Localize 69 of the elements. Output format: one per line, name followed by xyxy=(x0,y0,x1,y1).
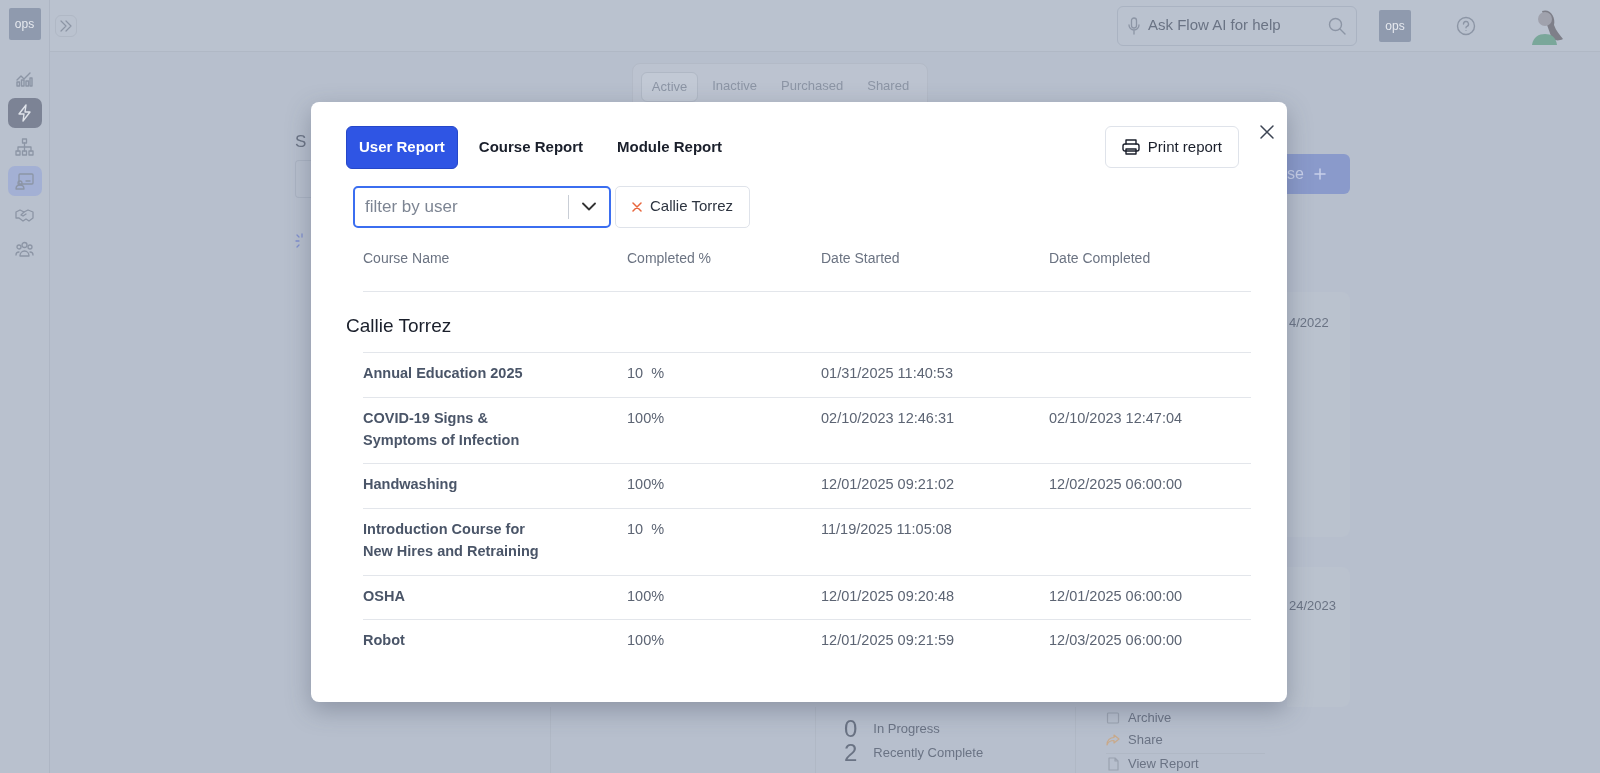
course-name: Introduction Course for New Hires and Retraining xyxy=(363,520,540,561)
course-name: OSHA xyxy=(363,586,406,606)
document-icon xyxy=(1106,757,1120,771)
microphone-icon xyxy=(1128,16,1140,35)
print-button[interactable]: Print report xyxy=(1104,126,1239,169)
report-tab[interactable]: Module Report xyxy=(604,126,736,169)
table-cell: 02/10/2023 12:46:31 xyxy=(821,409,955,426)
action-link[interactable]: Share xyxy=(1106,728,1265,751)
presentation-icon xyxy=(15,172,34,190)
share-icon xyxy=(1106,732,1120,747)
help-icon[interactable] xyxy=(1456,16,1476,37)
logo[interactable]: ops xyxy=(1379,9,1411,42)
remove-icon[interactable] xyxy=(632,201,642,212)
column-header: Course Name xyxy=(363,249,450,266)
date-text: 24/2023 xyxy=(1289,597,1336,613)
table-cell: 10 % xyxy=(627,365,665,381)
table-cell: 02/10/2023 12:47:04 xyxy=(1049,409,1183,426)
stat-count: 2 xyxy=(844,740,858,765)
filter-select[interactable]: filter by user xyxy=(353,185,611,228)
column-header: Date Started xyxy=(821,249,900,266)
search-icon xyxy=(1328,16,1346,35)
action-link[interactable]: View Report xyxy=(1106,752,1265,773)
filter-chip[interactable]: Callie Torrez xyxy=(615,185,751,228)
spinner-icon xyxy=(295,232,305,249)
sidebar-item[interactable] xyxy=(7,166,42,196)
stat-count: 0 xyxy=(844,716,858,741)
field-label: S xyxy=(295,130,308,153)
course-name: Robot xyxy=(363,631,406,651)
column-header: Date Completed xyxy=(1049,249,1151,266)
plus-icon xyxy=(1313,167,1326,180)
table-cell: 12/01/2025 09:21:59 xyxy=(821,632,955,649)
expand-button[interactable] xyxy=(55,14,77,37)
date-text: 4/2022 xyxy=(1289,314,1329,330)
chart-icon xyxy=(15,70,34,88)
hierarchy-icon xyxy=(15,138,34,156)
course-name: Handwashing xyxy=(363,475,459,495)
column-header: Completed % xyxy=(627,249,712,266)
table-cell: 11/19/2025 11:05:08 xyxy=(821,521,952,537)
table-cell: 12/01/2025 09:21:02 xyxy=(821,476,955,493)
sidebar-item[interactable] xyxy=(7,98,42,128)
printer-icon xyxy=(1121,139,1140,156)
action-link[interactable]: Archive xyxy=(1106,706,1265,729)
course-name: COVID-19 Signs & Symptoms of Infection xyxy=(363,408,521,450)
group-title: Callie Torrez xyxy=(346,313,453,338)
table-cell: 12/02/2025 06:00:00 xyxy=(1049,476,1183,493)
course-name: Annual Education 2025 xyxy=(363,364,524,383)
people-icon xyxy=(15,240,34,258)
stat-label: In Progress xyxy=(873,719,940,738)
close-icon xyxy=(1259,124,1275,141)
chevrons-icon xyxy=(59,19,73,32)
report-tab[interactable]: User Report xyxy=(346,126,458,169)
stat-label: Recently Complete xyxy=(873,743,984,762)
table-cell: 01/31/2025 11:40:53 xyxy=(821,365,953,381)
logo[interactable]: ops xyxy=(8,8,41,40)
new-button[interactable]: se xyxy=(1287,153,1350,194)
handshake-icon xyxy=(15,206,34,224)
table-cell: 10 % xyxy=(627,521,665,537)
report-tab[interactable]: Course Report xyxy=(465,126,597,169)
table-cell: 100% xyxy=(627,409,665,426)
table-cell: 100% xyxy=(627,632,665,649)
table-cell: 12/03/2025 06:00:00 xyxy=(1049,632,1183,649)
table-cell: 100% xyxy=(627,476,665,493)
archive-icon xyxy=(1106,710,1120,725)
table-cell: 12/01/2025 09:20:48 xyxy=(821,587,955,604)
search-placeholder: Ask Flow AI for help xyxy=(1148,15,1282,36)
search-field[interactable]: Ask Flow AI for help xyxy=(1117,5,1357,46)
chevron-down-icon[interactable] xyxy=(582,202,596,211)
table-cell: 12/01/2025 06:00:00 xyxy=(1049,587,1183,604)
table-cell: 100% xyxy=(627,587,665,604)
